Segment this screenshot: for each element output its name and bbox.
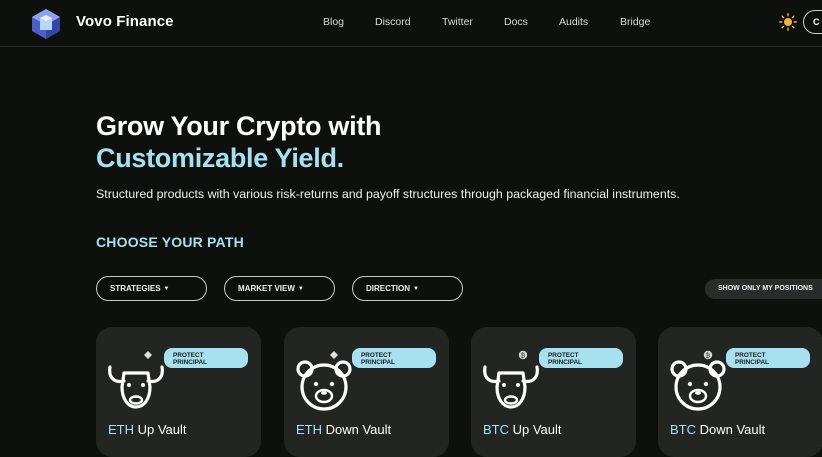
nav-link-discord[interactable]: Discord <box>375 16 411 28</box>
badge-line: PRINCIPAL <box>548 359 582 366</box>
bull-icon <box>108 351 164 409</box>
market-view-dropdown[interactable]: MARKET VIEW ▼ <box>224 276 335 301</box>
vault-asset: BTC <box>670 422 696 437</box>
hero-title: Grow Your Crypto with <box>96 111 382 141</box>
section-title: CHOOSE YOUR PATH <box>96 234 244 250</box>
nav-link-twitter[interactable]: Twitter <box>442 16 473 28</box>
top-navbar: Vovo Finance Blog Discord Twitter Docs A… <box>0 0 822 47</box>
vault-card-eth-down[interactable]: PROTECT PRINCIPAL ETH Down Vault <box>284 327 449 457</box>
sun-icon[interactable] <box>779 13 797 31</box>
bear-icon <box>296 351 352 411</box>
vault-card-btc-up[interactable]: ₿ PROTECT PRINCIPAL BTC Up Vault <box>471 327 636 457</box>
svg-text:₿: ₿ <box>521 353 526 360</box>
vault-title: BTC Up Vault <box>483 422 562 437</box>
caret-down-icon: ▼ <box>413 286 419 292</box>
nav-link-bridge[interactable]: Bridge <box>620 16 650 28</box>
hero-subtitle: Structured products with various risk-re… <box>96 187 680 201</box>
caret-down-icon: ▼ <box>297 286 304 292</box>
eth-icon <box>144 351 152 359</box>
vault-direction: Up Vault <box>512 422 562 437</box>
badge-line: PROTECT <box>173 352 204 359</box>
badge-line: PRINCIPAL <box>361 359 395 366</box>
protect-principal-badge: PROTECT PRINCIPAL <box>352 348 436 368</box>
badge-line: PROTECT <box>361 352 392 359</box>
vault-asset: ETH <box>108 422 134 437</box>
vault-direction: Up Vault <box>137 422 187 437</box>
vault-direction: Down Vault <box>699 422 766 437</box>
nav-link-blog[interactable]: Blog <box>323 16 344 28</box>
strategies-dropdown[interactable]: STRATEGIES ▼ <box>96 276 207 301</box>
bear-icon: ₿ <box>670 350 726 411</box>
nav-link-audits[interactable]: Audits <box>559 16 588 28</box>
brand-name[interactable]: Vovo Finance <box>76 13 174 30</box>
badge-line: PROTECT <box>735 352 766 359</box>
direction-label: DIRECTION <box>366 284 410 293</box>
nav-link-docs[interactable]: Docs <box>504 16 528 28</box>
vault-title: ETH Up Vault <box>108 422 187 437</box>
bull-icon: ₿ <box>483 350 539 409</box>
hero-title-accent: Customizable Yield. <box>96 143 344 173</box>
badge-line: PROTECT <box>548 352 579 359</box>
connect-wallet-button[interactable]: C <box>803 10 822 34</box>
vault-direction: Down Vault <box>325 422 392 437</box>
market-view-label: MARKET VIEW <box>238 284 295 293</box>
vault-card-btc-down[interactable]: ₿ PROTECT PRINCIPAL BTC Down Vault <box>658 327 822 457</box>
caret-down-icon: ▼ <box>163 286 170 292</box>
eth-icon <box>330 351 338 359</box>
strategies-label: STRATEGIES <box>110 284 161 293</box>
badge-line: PRINCIPAL <box>173 359 207 366</box>
protect-principal-badge: PROTECT PRINCIPAL <box>726 348 810 368</box>
vault-title: ETH Down Vault <box>296 422 391 437</box>
vault-asset: BTC <box>483 422 509 437</box>
direction-dropdown[interactable]: DIRECTION ▼ <box>352 276 463 301</box>
vovo-logo-icon[interactable] <box>30 8 62 40</box>
vault-asset: ETH <box>296 422 322 437</box>
protect-principal-badge: PROTECT PRINCIPAL <box>164 348 248 368</box>
vault-card-eth-up[interactable]: PROTECT PRINCIPAL ETH Up Vault <box>96 327 261 457</box>
vault-title: BTC Down Vault <box>670 422 765 437</box>
protect-principal-badge: PROTECT PRINCIPAL <box>539 348 623 368</box>
show-my-positions-toggle[interactable]: SHOW ONLY MY POSITIONS <box>705 279 822 299</box>
svg-text:₿: ₿ <box>706 353 711 360</box>
badge-line: PRINCIPAL <box>735 359 769 366</box>
